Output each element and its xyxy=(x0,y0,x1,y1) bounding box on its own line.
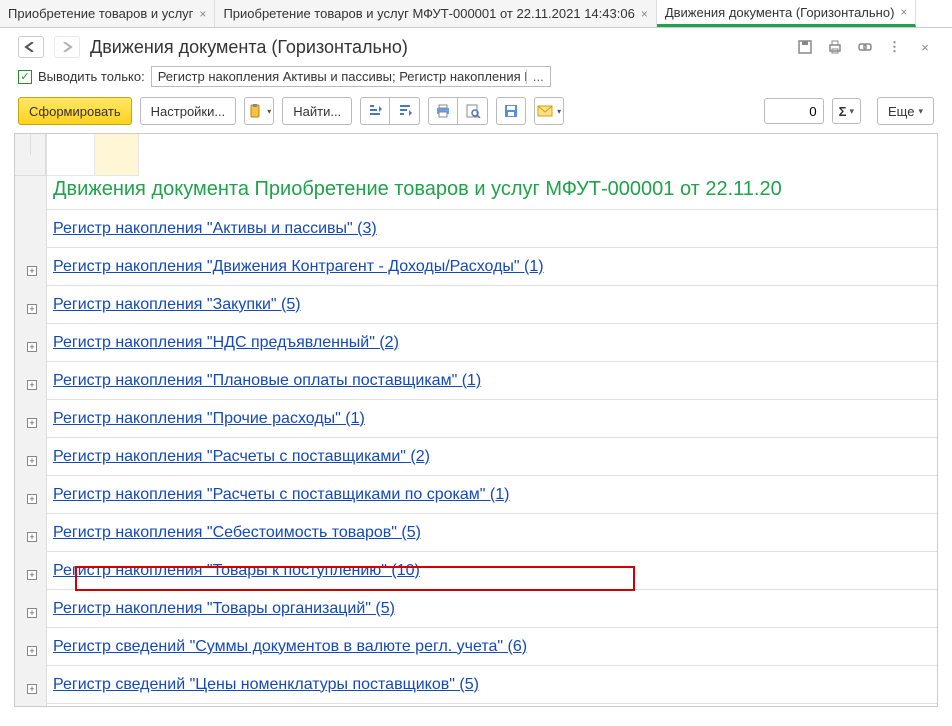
register-row: Регистр накопления "НДС предъявленный" (… xyxy=(47,324,937,362)
filter-input-value: Регистр накопления Активы и пассивы; Рег… xyxy=(158,69,526,84)
window-close-icon[interactable]: × xyxy=(916,40,934,55)
filter-input[interactable]: Регистр накопления Активы и пассивы; Рег… xyxy=(151,66,551,87)
filter-row: ✓ Выводить только: Регистр накопления Ак… xyxy=(0,62,952,91)
close-icon[interactable]: × xyxy=(900,5,907,19)
more-button[interactable]: Еще ▾ xyxy=(877,97,934,125)
tab-1[interactable]: Приобретение товаров и услуг МФУТ-000001… xyxy=(215,0,656,27)
close-icon[interactable]: × xyxy=(199,7,206,21)
nav-forward-button[interactable] xyxy=(54,36,80,58)
save-icon[interactable] xyxy=(796,39,814,55)
sigma-button[interactable]: Σ ▾ xyxy=(832,98,861,124)
header: Движения документа (Горизонтально) ⋮ × xyxy=(0,28,952,62)
expand-levels-button[interactable] xyxy=(360,97,390,125)
tab-label: Приобретение товаров и услуг xyxy=(8,6,193,21)
print-button[interactable] xyxy=(428,97,458,125)
form-button[interactable]: Сформировать xyxy=(18,97,132,125)
register-row: Регистр накопления "Себестоимость товаро… xyxy=(47,514,937,552)
register-row: Регистр накопления "Активы и пассивы" (3… xyxy=(47,210,937,248)
register-row: Регистр накопления "Расчеты с поставщика… xyxy=(47,438,937,476)
output-only-checkbox[interactable]: ✓ xyxy=(18,70,32,84)
register-link[interactable]: Регистр накопления "НДС предъявленный" (… xyxy=(47,334,399,352)
output-only-label: Выводить только: xyxy=(38,69,145,84)
expand-icon[interactable]: + xyxy=(27,570,37,580)
paste-button[interactable]: ▾ xyxy=(244,97,274,125)
toolbar: Сформировать Настройки... ▾ Найти... ▾ xyxy=(0,91,952,133)
form-button-label: Сформировать xyxy=(29,104,121,119)
register-row: Регистр сведений "Суммы документов в вал… xyxy=(47,628,937,666)
report-gutter: +++++++++++++ xyxy=(15,134,47,706)
register-link[interactable]: Регистр накопления "Расчеты с поставщика… xyxy=(47,486,509,504)
register-row: Регистр сведений "Цены номенклатуры пост… xyxy=(47,666,937,704)
tab-label: Приобретение товаров и услуг МФУТ-000001… xyxy=(223,6,634,21)
expand-icon[interactable]: + xyxy=(27,304,37,314)
register-link[interactable]: Регистр накопления "Прочие расходы" (1) xyxy=(47,410,365,428)
header-actions: ⋮ × xyxy=(796,39,934,55)
settings-button-label: Настройки... xyxy=(151,104,226,119)
link-icon[interactable] xyxy=(856,39,874,55)
collapse-levels-button[interactable] xyxy=(390,97,420,125)
register-link[interactable]: Регистр сведений "Суммы документов в вал… xyxy=(47,638,527,656)
register-row: Регистр накопления "Прочие расходы" (1) xyxy=(47,400,937,438)
print-icon[interactable] xyxy=(826,39,844,55)
register-row: Регистр накопления "Движения Контрагент … xyxy=(47,248,937,286)
register-link[interactable]: Регистр накопления "Расчеты с поставщика… xyxy=(47,448,430,466)
register-row: Регистр накопления "Товары организаций" … xyxy=(47,590,937,628)
page-title: Движения документа (Горизонтально) xyxy=(90,37,408,58)
preview-button[interactable] xyxy=(458,97,488,125)
register-row: Регистр накопления "Плановые оплаты пост… xyxy=(47,362,937,400)
register-link[interactable]: Регистр накопления "Товары к поступлению… xyxy=(47,562,420,580)
expand-icon[interactable]: + xyxy=(27,608,37,618)
find-button-label: Найти... xyxy=(293,104,341,119)
register-row: Регистр накопления "Расчеты с поставщика… xyxy=(47,476,937,514)
ellipsis-icon[interactable]: ... xyxy=(526,69,544,84)
register-link[interactable]: Регистр накопления "Движения Контрагент … xyxy=(47,258,544,276)
register-row: Регистр накопления "Товары к поступлению… xyxy=(47,552,937,590)
find-button[interactable]: Найти... xyxy=(282,97,352,125)
number-input[interactable] xyxy=(764,98,824,124)
tab-label: Движения документа (Горизонтально) xyxy=(665,5,895,20)
save-button[interactable] xyxy=(496,97,526,125)
tab-bar: Приобретение товаров и услуг × Приобрете… xyxy=(0,0,952,28)
expand-collapse-group xyxy=(360,97,420,125)
more-icon[interactable]: ⋮ xyxy=(886,39,904,55)
expand-icon[interactable]: + xyxy=(27,266,37,276)
report-body[interactable]: Движения документа Приобретение товаров … xyxy=(47,134,937,706)
register-link[interactable]: Регистр накопления "Товары организаций" … xyxy=(47,600,395,618)
close-icon[interactable]: × xyxy=(641,7,648,21)
register-link[interactable]: Регистр сведений "Цены номенклатуры пост… xyxy=(47,676,479,694)
tab-2[interactable]: Движения документа (Горизонтально) × xyxy=(657,0,917,27)
register-link[interactable]: Регистр накопления "Плановые оплаты пост… xyxy=(47,372,481,390)
expand-icon[interactable]: + xyxy=(27,684,37,694)
expand-icon[interactable]: + xyxy=(27,532,37,542)
expand-icon[interactable]: + xyxy=(27,646,37,656)
register-link[interactable]: Регистр накопления "Себестоимость товаро… xyxy=(47,524,421,542)
expand-icon[interactable]: + xyxy=(27,418,37,428)
more-button-label: Еще xyxy=(888,104,914,119)
sigma-icon: Σ xyxy=(839,104,847,119)
register-row: Регистр накопления "Закупки" (5) xyxy=(47,286,937,324)
expand-icon[interactable]: + xyxy=(27,342,37,352)
email-button[interactable]: ▾ xyxy=(534,97,564,125)
expand-icon[interactable]: + xyxy=(27,456,37,466)
settings-button[interactable]: Настройки... xyxy=(140,97,237,125)
register-link[interactable]: Регистр накопления "Закупки" (5) xyxy=(47,296,301,314)
print-group xyxy=(428,97,488,125)
report-area: +++++++++++++ Движения документа Приобре… xyxy=(14,133,938,707)
expand-icon[interactable]: + xyxy=(27,494,37,504)
nav-back-button[interactable] xyxy=(18,36,44,58)
report-title: Движения документа Приобретение товаров … xyxy=(47,176,937,210)
tab-0[interactable]: Приобретение товаров и услуг × xyxy=(0,0,215,27)
register-link[interactable]: Регистр накопления "Активы и пассивы" (3… xyxy=(47,220,377,238)
expand-icon[interactable]: + xyxy=(27,380,37,390)
